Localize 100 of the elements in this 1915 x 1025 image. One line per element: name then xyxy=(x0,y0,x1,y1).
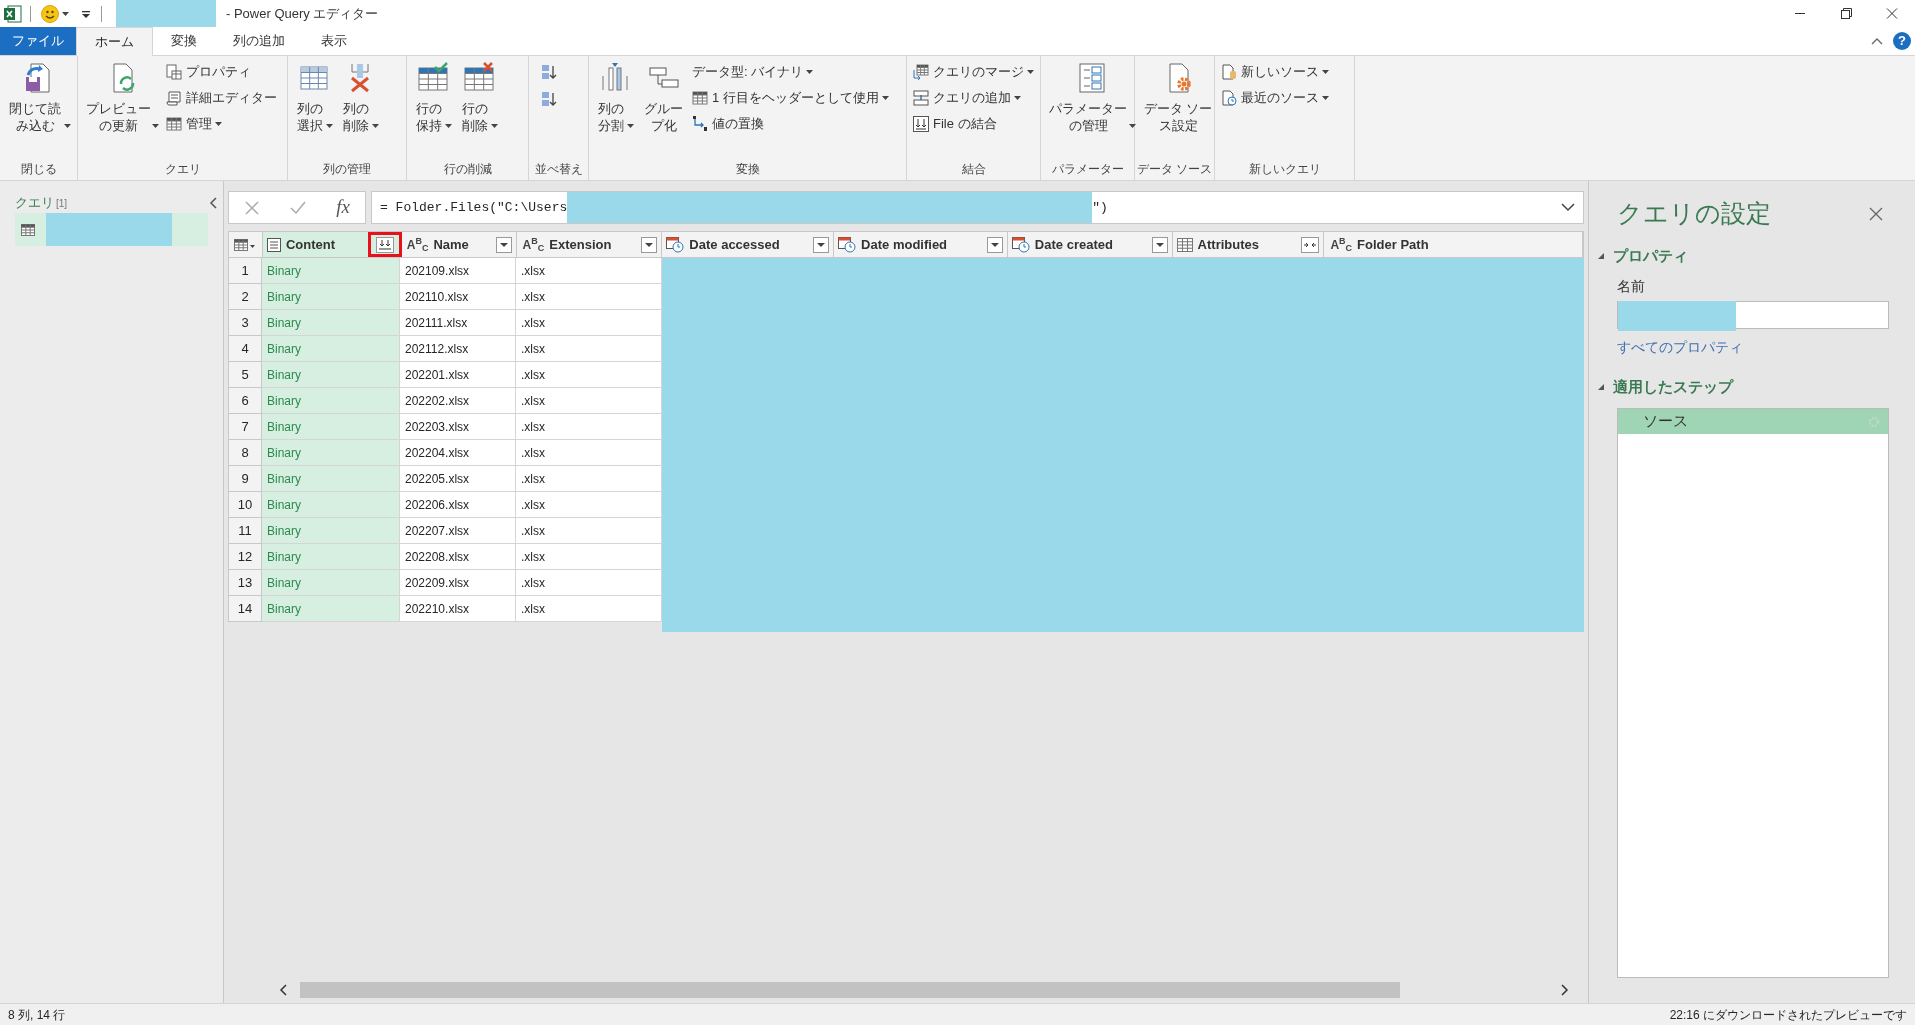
table-cell: Binary xyxy=(262,596,400,622)
column-header[interactable]: Content xyxy=(262,232,401,257)
group-label: 閉じる xyxy=(20,161,57,178)
column-header[interactable]: Attributes xyxy=(1172,232,1325,257)
ribbon-button[interactable]: 列の分割 xyxy=(593,60,637,134)
ribbon-button[interactable]: クエリのマージ xyxy=(913,60,1034,83)
chevron-down-icon[interactable] xyxy=(1561,203,1575,212)
ribbon-tab[interactable]: 表示 xyxy=(303,27,365,55)
ribbon-button[interactable]: File の結合 xyxy=(913,112,1034,135)
fx-label[interactable]: fx xyxy=(336,193,350,222)
expanded-triangle-icon[interactable] xyxy=(1597,252,1605,261)
column-header[interactable]: A$^{B}$$_{C}$ Folder Path xyxy=(1324,232,1583,257)
table-cell: 202109.xlsx xyxy=(400,258,516,284)
table-cell: Binary xyxy=(262,258,400,284)
table-cell: 202208.xlsx xyxy=(400,544,516,570)
ribbon-button[interactable]: 値の置換 xyxy=(692,112,889,135)
filter-dropdown-button[interactable] xyxy=(813,236,830,253)
status-text: 22:16 にダウンロードされたプレビューです xyxy=(1669,1006,1907,1024)
row-number: 2 xyxy=(228,284,262,310)
close-icon[interactable] xyxy=(1869,207,1883,221)
scroll-left-icon[interactable] xyxy=(278,984,288,996)
filter-dropdown-button[interactable] xyxy=(1151,236,1168,253)
ribbon-button[interactable]: グループ化 xyxy=(639,60,688,134)
status-text: 8 列, 14 行 xyxy=(8,1006,66,1024)
ribbon-tab[interactable]: ファイル xyxy=(0,27,76,55)
table-cell: Binary xyxy=(262,544,400,570)
field-label: 名前 xyxy=(1617,276,1646,296)
combine-files-icon xyxy=(913,115,929,132)
step-item[interactable]: ソース xyxy=(1618,409,1888,434)
group-label: データ ソース xyxy=(1136,161,1213,178)
column-header[interactable]: A$^{B}$$_{C}$ Name xyxy=(400,232,517,257)
section-heading: プロパティ xyxy=(1613,246,1688,266)
group-label: クエリ xyxy=(164,161,201,178)
table-cell: .xlsx xyxy=(516,544,662,570)
group-label: 列の管理 xyxy=(323,161,371,178)
scroll-right-icon[interactable] xyxy=(1560,984,1570,996)
ribbon-button[interactable]: データ ソース設定 xyxy=(1139,60,1217,134)
collapse-pane-icon[interactable] xyxy=(208,197,218,209)
ribbon-button[interactable]: プロパティ xyxy=(166,60,277,83)
table-cell: Binary xyxy=(262,492,400,518)
group-label: 結合 xyxy=(961,161,986,178)
ribbon-button[interactable]: 列の選択 xyxy=(292,60,336,134)
ribbon-button[interactable]: 1 行目をヘッダーとして使用 xyxy=(692,86,889,109)
query-count: [1] xyxy=(56,196,68,211)
section-heading: 適用したステップ xyxy=(1613,376,1733,397)
table-cell: .xlsx xyxy=(516,466,662,492)
expanded-triangle-icon[interactable] xyxy=(1597,382,1605,391)
column-header[interactable]: Date modified xyxy=(834,232,1008,257)
ribbon-tab[interactable]: ホーム xyxy=(76,27,153,56)
table-cell: 202112.xlsx xyxy=(400,336,516,362)
row-number: 3 xyxy=(228,310,262,336)
table-icon xyxy=(21,223,35,236)
filter-dropdown-button[interactable] xyxy=(495,236,512,253)
name-field[interactable] xyxy=(1617,300,1889,329)
ribbon-button[interactable]: パラメーターの管理 xyxy=(1045,60,1139,134)
collapse-ribbon-icon[interactable] xyxy=(1871,37,1883,45)
table-cell: .xlsx xyxy=(516,258,662,284)
column-header[interactable]: A$^{B}$$_{C}$ Extension xyxy=(516,232,663,257)
ribbon-tab[interactable]: 列の追加 xyxy=(215,27,303,55)
ribbon-button[interactable]: 列の削除 xyxy=(338,60,382,134)
group-label: 変換 xyxy=(735,161,760,178)
row-number: 5 xyxy=(228,362,262,388)
split-column-icon xyxy=(599,62,631,94)
sort-ascending-icon[interactable] xyxy=(541,64,557,80)
sort-descending-icon[interactable] xyxy=(541,91,557,107)
ribbon-button[interactable]: 最近のソース xyxy=(1221,86,1329,109)
calendar-clock-icon xyxy=(666,236,685,253)
ribbon-button[interactable]: 詳細エディター xyxy=(166,86,277,109)
help-button[interactable]: ? xyxy=(1893,32,1911,50)
ribbon-button[interactable]: 閉じて読み込む xyxy=(4,60,74,134)
table-cell: 202202.xlsx xyxy=(400,388,516,414)
table-cell: Binary xyxy=(262,466,400,492)
panel-title: クエリの設定 xyxy=(1617,198,1771,230)
all-properties-link[interactable]: すべてのプロパティ xyxy=(1617,336,1889,358)
ribbon-button[interactable]: 行の削除 xyxy=(457,60,501,134)
customize-toolbar-icon[interactable] xyxy=(81,8,91,19)
append-queries-icon xyxy=(913,89,929,106)
expand-button[interactable] xyxy=(1301,236,1320,253)
column-header[interactable]: Date accessed xyxy=(662,232,835,257)
ribbon-button[interactable]: 新しいソース xyxy=(1221,60,1329,83)
ribbon-tab[interactable]: 変換 xyxy=(153,27,215,55)
ribbon-button[interactable]: データ型: バイナリ xyxy=(692,60,889,83)
scroll-icon xyxy=(166,89,182,106)
ribbon-button[interactable]: 管理 xyxy=(166,112,277,135)
table-cell: Binary xyxy=(262,310,400,336)
filter-dropdown-button[interactable] xyxy=(641,236,658,253)
ribbon-button[interactable]: プレビューの更新 xyxy=(82,60,162,134)
ribbon-button[interactable]: 行の保持 xyxy=(411,60,455,134)
horizontal-scrollbar[interactable] xyxy=(278,981,1570,999)
table-cell: .xlsx xyxy=(516,388,662,414)
table-menu-icon[interactable] xyxy=(234,238,257,251)
filter-dropdown-button[interactable] xyxy=(986,236,1003,253)
row-number: 14 xyxy=(228,596,262,622)
ribbon-button[interactable]: クエリの追加 xyxy=(913,86,1034,109)
column-header[interactable]: Date created xyxy=(1007,232,1173,257)
smiley-icon[interactable] xyxy=(41,4,59,23)
expand-button[interactable] xyxy=(375,236,394,253)
spreadsheet-app-icon[interactable] xyxy=(4,4,22,23)
caret-icon xyxy=(62,11,69,16)
formula-field[interactable]: = Folder.Files("C:\Users ") xyxy=(371,191,1584,224)
